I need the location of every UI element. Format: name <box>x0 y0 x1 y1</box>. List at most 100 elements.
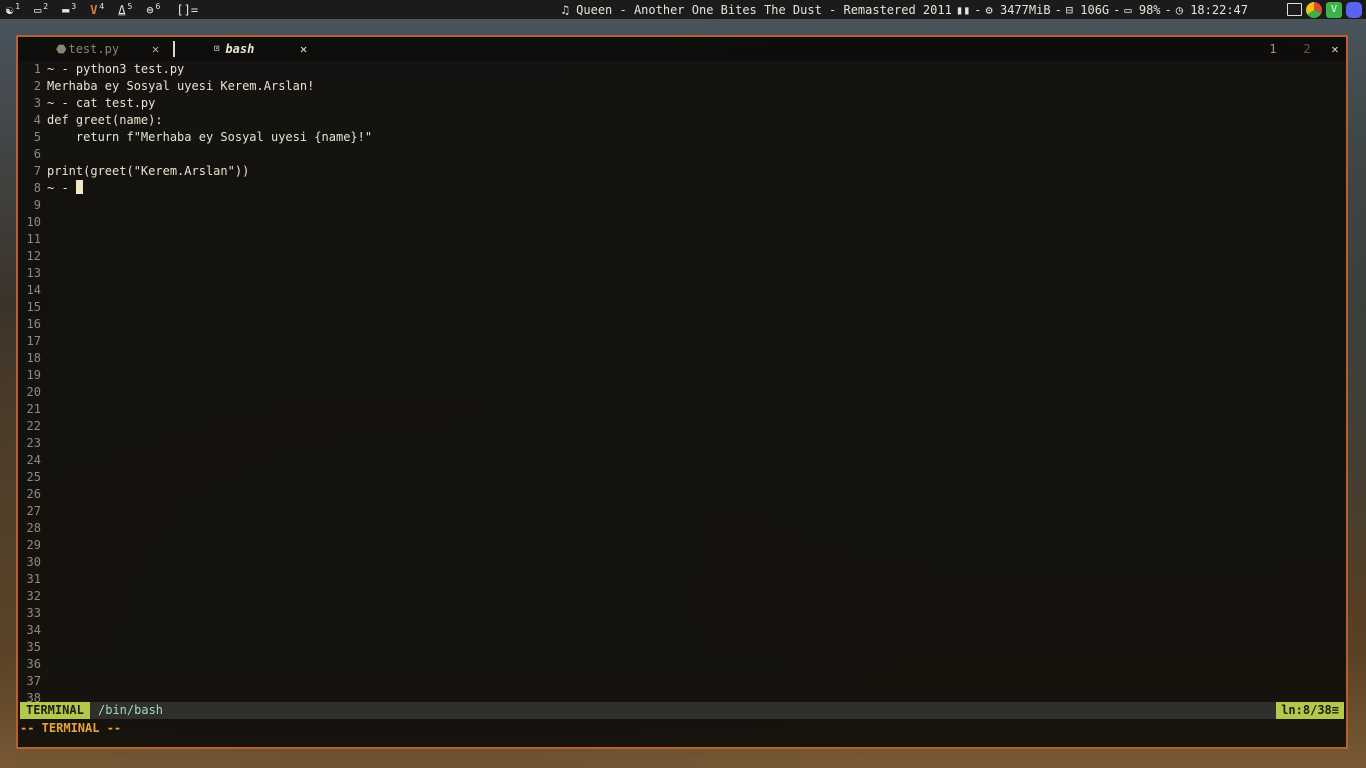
tab-test-py[interactable]: ⬣ test.py ✕ <box>56 37 176 61</box>
line-number: 3 <box>33 96 41 110</box>
terminal-icon: ⊡ <box>214 44 220 54</box>
line-text: ~ - <box>47 180 83 197</box>
mail-icon[interactable] <box>1287 3 1302 16</box>
line-number: 8 <box>33 181 41 195</box>
line-number: 21 <box>26 402 41 416</box>
line-number: 28 <box>26 521 41 535</box>
cursor-position: ln:8/38≡ <box>1276 702 1344 719</box>
top-bar: ☯ 1 ▭ 2 ▬ 3 V4 ⍙ 5 ⊜ 6 []= ♫ Queen - Another … <box>0 0 1366 19</box>
line-text: ~ - python3 test.py <box>47 62 185 76</box>
status-separator: - <box>1054 2 1062 17</box>
text-cursor <box>75 180 83 194</box>
line-number: 25 <box>26 470 41 484</box>
pause-icon[interactable]: ▮▮ <box>956 3 970 17</box>
line-number: 13 <box>26 266 41 280</box>
line-number: 1 <box>33 62 41 76</box>
system-tray: V <box>1283 1 1362 18</box>
spotify-icon: ⊜ <box>146 2 154 17</box>
vivaldi-icon[interactable]: V <box>1326 1 1342 18</box>
disk-usage: ⊟ 106G <box>1065 2 1110 17</box>
workspace-number: 3 <box>71 1 77 11</box>
workspace-2[interactable]: ▭ 2 <box>34 1 49 17</box>
line-number: 30 <box>26 555 41 569</box>
message-icon: ▬ <box>62 2 70 17</box>
workspace-6[interactable]: ⊜ 6 <box>146 1 161 17</box>
line-number: 4 <box>33 113 41 127</box>
line-number: 10 <box>26 215 41 229</box>
python-icon: ⬣ <box>56 42 67 56</box>
line-number: 2 <box>33 79 41 93</box>
line-number: 36 <box>26 657 41 671</box>
tab-separator <box>173 41 175 57</box>
tab-label: bash <box>225 42 255 56</box>
layout-indicator[interactable]: []= <box>176 3 198 17</box>
workspace-3[interactable]: ▬ 3 <box>62 1 77 17</box>
linux-icon: ⍙ <box>118 2 126 17</box>
memory-usage: ⚙ 3477MiB <box>985 2 1051 17</box>
chrome-icon[interactable] <box>1306 1 1322 18</box>
line-number: 16 <box>26 317 41 331</box>
discord-icon[interactable] <box>1346 1 1362 18</box>
line-number: 26 <box>26 487 41 501</box>
workspace-number: 4 <box>99 1 105 11</box>
line-text: ~ - cat test.py <box>47 96 156 110</box>
status-separator: - <box>1113 2 1121 17</box>
yin-yang-icon: ☯ <box>6 2 14 17</box>
line-text: print(greet("Kerem.Arslan")) <box>47 164 250 178</box>
line-number: 17 <box>26 334 41 348</box>
workspace-number: 1 <box>15 1 21 11</box>
line-number: 37 <box>26 674 41 688</box>
line-number: 24 <box>26 453 41 467</box>
workspace-number: 6 <box>155 1 161 11</box>
vim-icon: V <box>90 2 98 17</box>
line-number: 6 <box>33 147 41 161</box>
now-playing[interactable]: ♫ Queen - Another One Bites The Dust - R… <box>562 3 952 17</box>
line-number: 14 <box>26 283 41 297</box>
status-line: TERMINAL /bin/bash ln:8/38≡ <box>20 702 1344 719</box>
line-number: 20 <box>26 385 41 399</box>
terminal-window: ⬣ test.py ✕ ⊡ bash ✕ 1 2 ✕ 1 ~ - python3 … <box>16 35 1348 749</box>
close-icon[interactable]: ✕ <box>300 42 307 56</box>
line-number: 29 <box>26 538 41 552</box>
tabpage-2[interactable]: 2 <box>1290 42 1324 56</box>
workspace-number: 5 <box>127 1 133 11</box>
status-area: ♫ Queen - Another One Bites The Dust - R… <box>558 0 1248 19</box>
tab-bash[interactable]: ⊡ bash ✕ <box>214 37 314 61</box>
line-text: return f"Merhaba ey Sosyal uyesi {name}!… <box>47 130 373 144</box>
line-number: 31 <box>26 572 41 586</box>
line-number: 11 <box>26 232 41 246</box>
battery-level: ▭ 98% <box>1124 2 1161 17</box>
line-number: 22 <box>26 419 41 433</box>
line-number: 35 <box>26 640 41 654</box>
file-path: /bin/bash <box>98 703 164 717</box>
line-number: 32 <box>26 589 41 603</box>
tab-bar: ⬣ test.py ✕ ⊡ bash ✕ 1 2 ✕ <box>18 37 1346 61</box>
workspace-number: 2 <box>43 1 49 11</box>
mode-badge: TERMINAL <box>20 702 90 719</box>
line-number: 12 <box>26 249 41 263</box>
line-number: 23 <box>26 436 41 450</box>
line-number: 33 <box>26 606 41 620</box>
workspace-1[interactable]: ☯ 1 <box>6 1 21 17</box>
line-number: 15 <box>26 300 41 314</box>
line-number: 18 <box>26 351 41 365</box>
line-number: 19 <box>26 368 41 382</box>
line-text: Merhaba ey Sosyal uyesi Kerem.Arslan! <box>47 79 315 93</box>
chat-icon: ▭ <box>34 2 42 17</box>
close-icon[interactable]: ✕ <box>1324 42 1346 56</box>
line-number: 27 <box>26 504 41 518</box>
clock: ◷ 18:22:47 <box>1175 2 1248 17</box>
workspace-5[interactable]: ⍙ 5 <box>118 1 133 17</box>
tab-label: test.py <box>68 42 120 56</box>
tabpage-1[interactable]: 1 <box>1256 42 1290 56</box>
workspace-4[interactable]: V4 <box>90 1 105 17</box>
status-separator: - <box>974 2 982 17</box>
close-icon[interactable]: ✕ <box>152 42 159 56</box>
line-number: 9 <box>33 198 41 212</box>
mode-message: -- TERMINAL -- <box>20 721 122 735</box>
line-number: 34 <box>26 623 41 637</box>
workspace-list: ☯ 1 ▭ 2 ▬ 3 V4 ⍙ 5 ⊜ 6 []= <box>6 1 198 17</box>
line-number: 7 <box>33 164 41 178</box>
status-separator: - <box>1164 2 1172 17</box>
line-number: 5 <box>33 130 41 144</box>
